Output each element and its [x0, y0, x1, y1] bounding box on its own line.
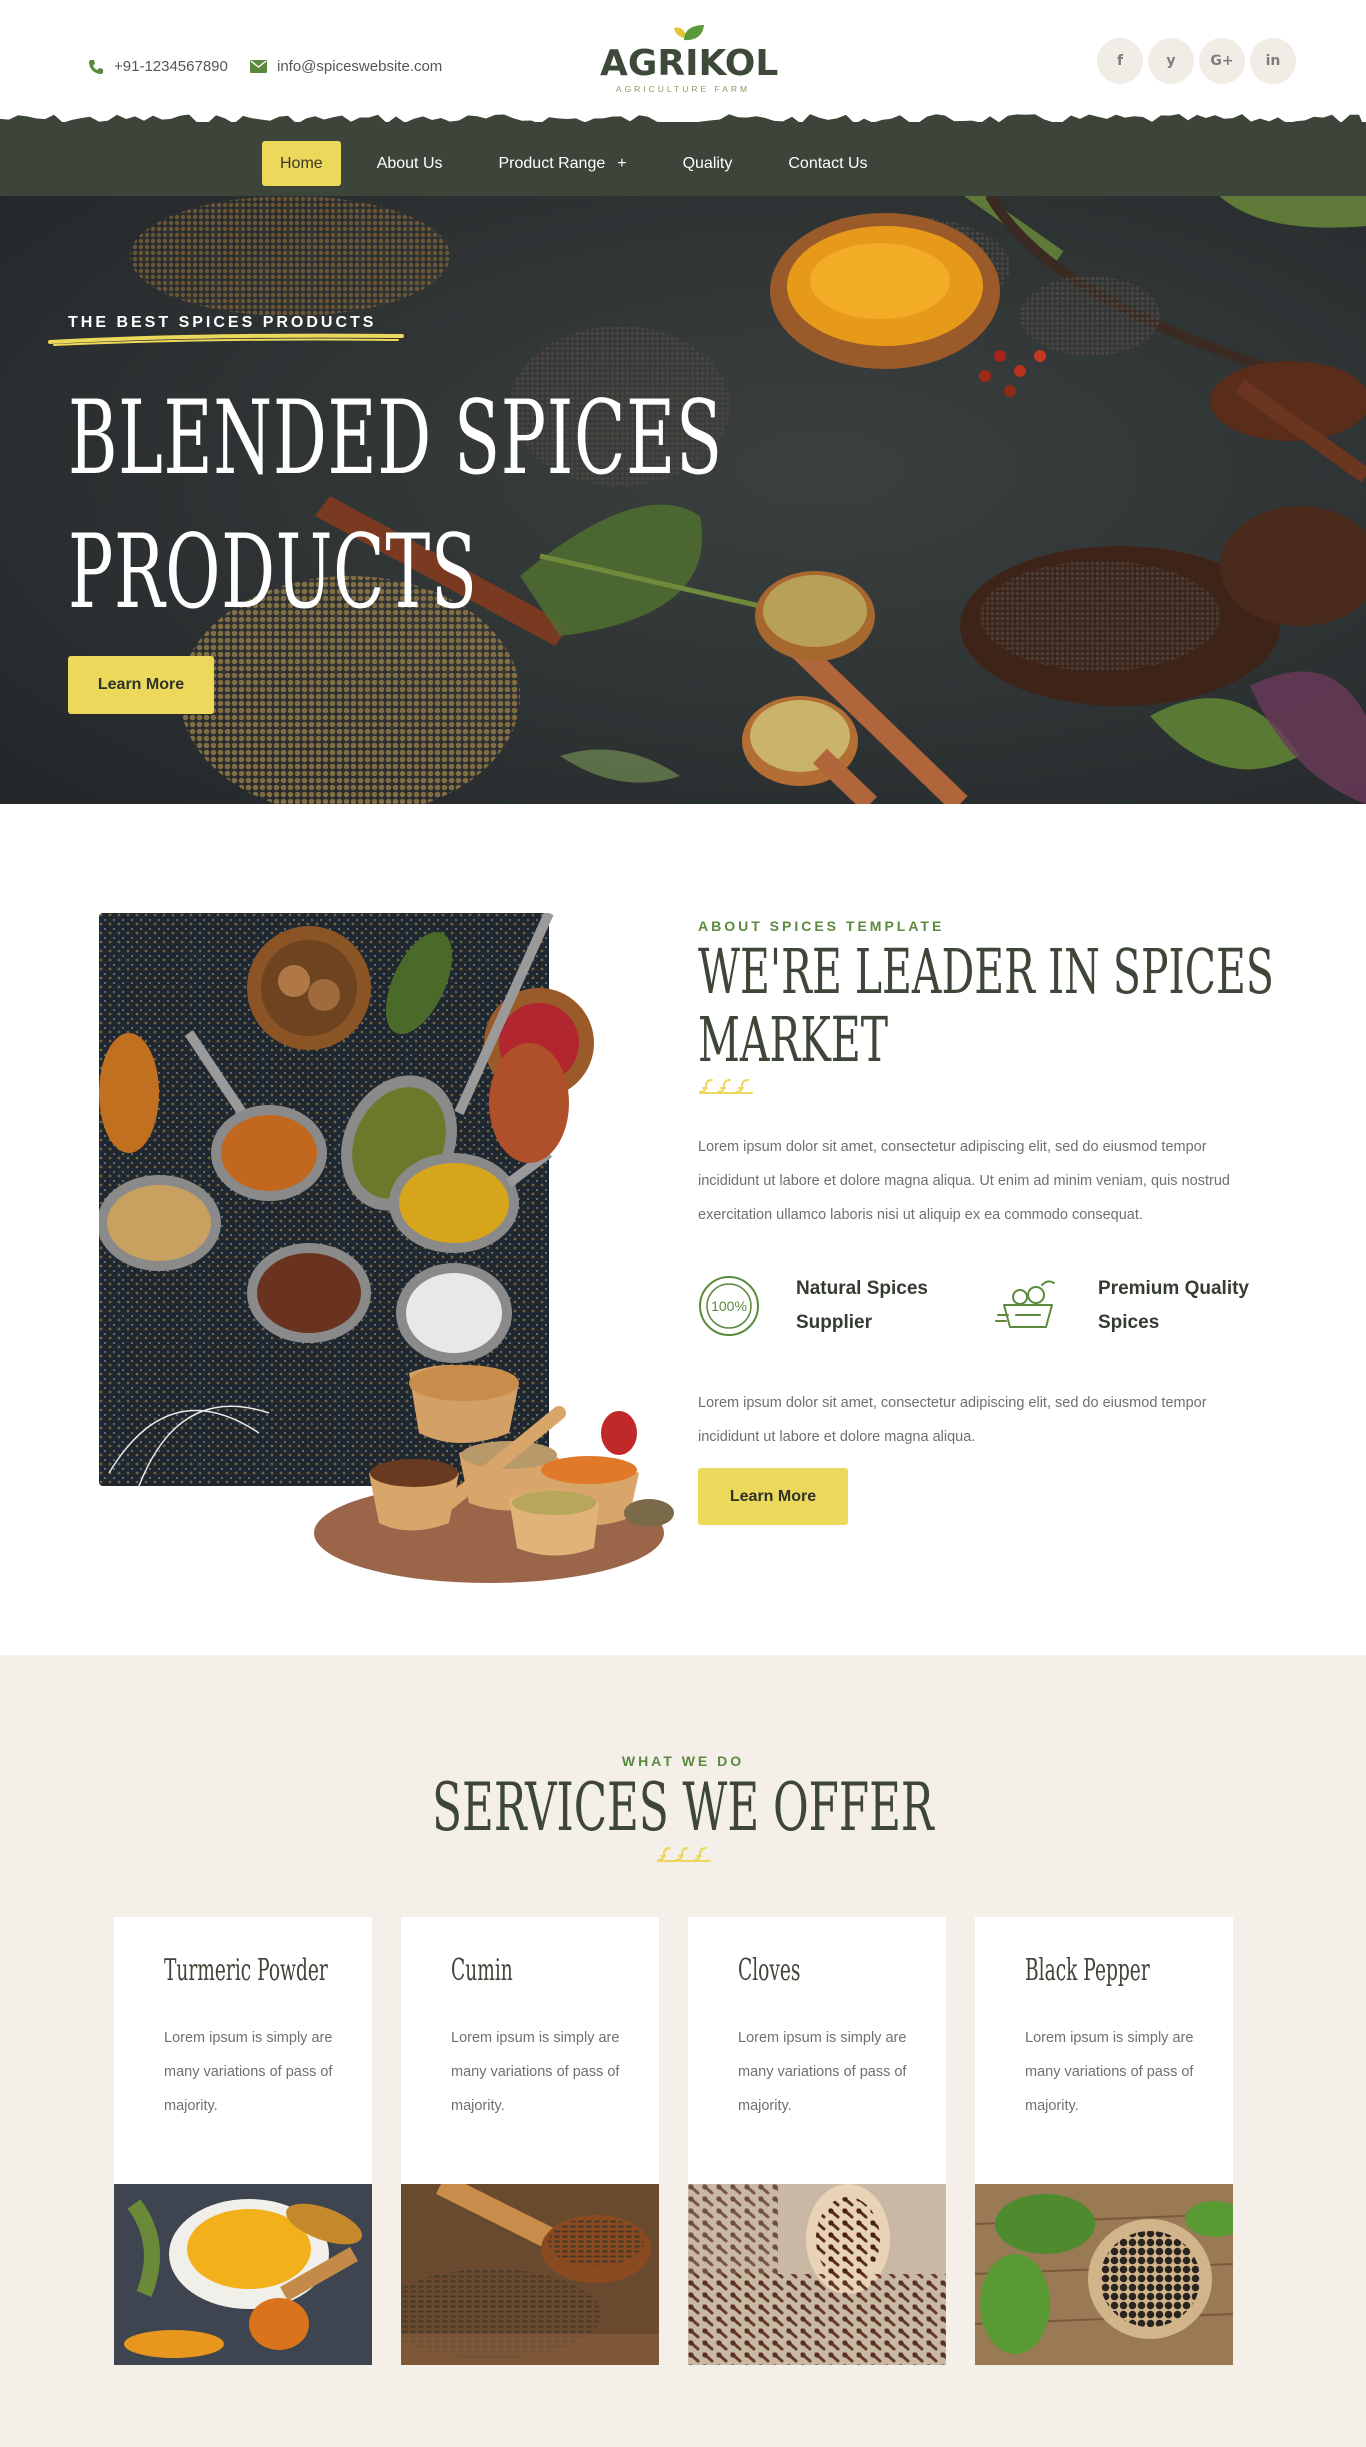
email-contact[interactable]: info@spiceswebsite.com: [250, 58, 442, 75]
about-title: WE'RE LEADER IN SPICES MARKET: [698, 938, 1274, 1074]
about-spices-image: [99, 913, 674, 1583]
service-card-black-pepper[interactable]: Black Pepper Lorem ipsum is simply are m…: [975, 1917, 1233, 2365]
logo-tagline: AGRICULTURE FARM: [615, 84, 751, 94]
wheat-ornament-icon: [699, 1079, 753, 1094]
about-paragraph-1: Lorem ipsum dolor sit amet, consectetur …: [698, 1139, 1230, 1223]
top-bar: +91-1234567890 info@spiceswebsite.com AG…: [0, 0, 1366, 122]
about-paragraph-2: Lorem ipsum dolor sit amet, consectetur …: [698, 1395, 1207, 1445]
hero-kicker: THE BEST SPICES PRODUCTS: [68, 314, 377, 331]
feature-premium-quality: Premium Quality Spices: [994, 1272, 1258, 1340]
hundred-percent-badge-icon: 100%: [699, 1276, 759, 1336]
spice-basket-icon: [995, 1280, 1055, 1328]
card-text: Lorem ipsum is simply are many variation…: [451, 2030, 620, 2114]
about-learn-more-button[interactable]: Learn More: [698, 1468, 848, 1525]
services-kicker: WHAT WE DO: [621, 1753, 745, 1769]
about-kicker: ABOUT SPICES TEMPLATE: [698, 918, 945, 934]
card-text: Lorem ipsum is simply are many variation…: [1025, 2030, 1194, 2114]
email-address: info@spiceswebsite.com: [277, 58, 443, 75]
card-title: Cloves: [738, 1953, 801, 1988]
service-card-turmeric[interactable]: Turmeric Powder Lorem ipsum is simply ar…: [114, 1917, 372, 2365]
social-links: f y G+ in: [1097, 38, 1296, 84]
nav-item-contact-us[interactable]: Contact Us: [768, 141, 887, 186]
main-nav: Home About Us Product Range + Quality Con…: [262, 141, 904, 186]
service-card-cumin[interactable]: Cumin Lorem ipsum is simply are many var…: [401, 1917, 659, 2365]
google-plus-icon[interactable]: G+: [1199, 38, 1245, 84]
cumin-image: [401, 2184, 659, 2365]
black-pepper-image: [975, 2184, 1233, 2365]
wheat-ornament-icon: [657, 1847, 711, 1862]
cloves-image: [688, 2184, 946, 2365]
nav-item-product-range[interactable]: Product Range +: [479, 141, 647, 186]
nav-item-about-us[interactable]: About Us: [357, 141, 463, 186]
twitter-icon[interactable]: y: [1148, 38, 1194, 84]
card-text: Lorem ipsum is simply are many variation…: [164, 2030, 333, 2114]
hero-learn-more-button[interactable]: Learn More: [68, 656, 214, 714]
feature-natural-spices: 100% Natural Spices Supplier: [698, 1272, 956, 1340]
service-card-cloves[interactable]: Cloves Lorem ipsum is simply are many va…: [688, 1917, 946, 2365]
card-title: Black Pepper: [1025, 1953, 1150, 1988]
feature-label: Premium Quality Spices: [1098, 1278, 1249, 1333]
services-title-wrap: SERVICES WE OFFER: [0, 1768, 1366, 1848]
hero-banner: THE BEST SPICES PRODUCTS BLENDED SPICES …: [0, 196, 1366, 804]
torn-paper-edge: [0, 114, 1366, 131]
nav-item-quality[interactable]: Quality: [663, 141, 753, 186]
about-title-line-2: MARKET: [698, 1003, 888, 1076]
about-title-line-1: WE'RE LEADER IN SPICES: [698, 935, 1274, 1008]
hero-kicker-underline: [48, 333, 404, 346]
hero-title-line-2: PRODUCTS: [68, 513, 478, 632]
nav-item-home[interactable]: Home: [262, 141, 341, 186]
facebook-icon[interactable]: f: [1097, 38, 1143, 84]
leaf-icon: [674, 25, 704, 41]
hero-title-line-1: BLENDED SPICES: [68, 379, 723, 498]
phone-contact[interactable]: +91-1234567890: [88, 58, 228, 75]
phone-icon: [88, 59, 104, 75]
card-title: Turmeric Powder: [164, 1953, 328, 1988]
site-logo[interactable]: AGRIKOL AGRICULTURE FARM: [600, 22, 779, 96]
hero-title: BLENDED SPICES PRODUCTS: [68, 372, 723, 640]
feature-label: Natural Spices Supplier: [796, 1278, 928, 1333]
card-title: Cumin: [451, 1953, 513, 1988]
linkedin-icon[interactable]: in: [1250, 38, 1296, 84]
svg-text:100%: 100%: [711, 1298, 747, 1314]
envelope-icon: [250, 60, 267, 73]
services-title: SERVICES WE OFFER: [432, 1769, 934, 1846]
plus-icon: +: [617, 155, 627, 172]
phone-number: +91-1234567890: [114, 58, 228, 75]
logo-name: AGRIKOL: [600, 43, 779, 84]
turmeric-image: [114, 2184, 372, 2365]
card-text: Lorem ipsum is simply are many variation…: [738, 2030, 907, 2114]
